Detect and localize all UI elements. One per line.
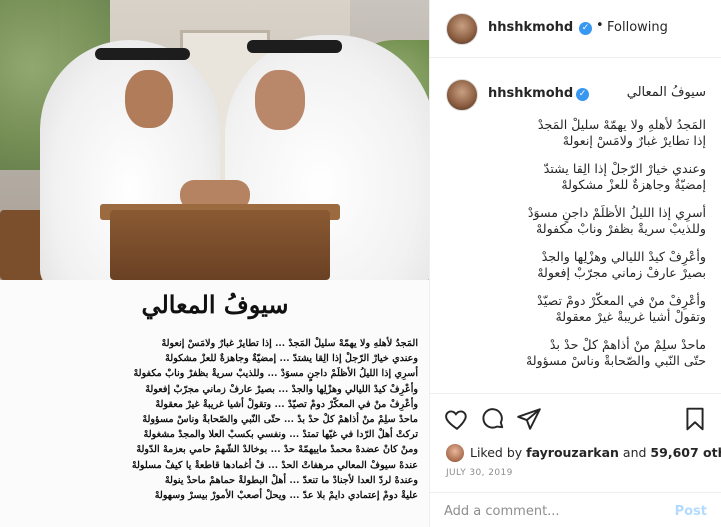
caption-line: وللذيبْ سريةْ بظفرْ ونابْ مكفولهْ — [536, 221, 706, 236]
poem-line: عندهْ سيوفْ المعالي مرهفاتْ الحدْ ... فْ… — [131, 459, 418, 471]
wooden-table — [110, 210, 330, 280]
liker-avatar[interactable] — [446, 444, 464, 462]
liker-username-link[interactable]: fayrouzarkan — [526, 445, 619, 460]
likes-text: Liked by fayrouzarkan and 59,607 others — [470, 445, 721, 460]
poem-line: عليةْ دومْ إعتمادي دايمْ بلا عدّ ... ويح… — [154, 490, 418, 502]
poem-line: ماحدْ سلِمْ منْ أذاهمْ كلْ حدْ بدْ ... ح… — [142, 414, 418, 426]
poem-line: تركتْ أهلْ الرّدا في غيّها تمتدْ ... ونف… — [143, 429, 418, 441]
caption-stanza: وأعْرِفْ كيدْ الليالي وهزْلِها والجدْ بص… — [488, 249, 706, 281]
poem-line: أسرِي إذا الليلُ الأظلَمْ داجنٍ مسوَدْ .… — [133, 368, 419, 380]
comment-input[interactable] — [444, 501, 674, 521]
caption-stanza: وعندي خيارْ الرّجلْ إذا الِقا يشتدّ إمضي… — [488, 161, 706, 193]
caption-text: المَجدُ لأهلهِ ولا يهمّهْ سليلْ المَجدْ … — [488, 117, 706, 381]
post-comment-button[interactable]: Post — [675, 504, 707, 519]
avatar[interactable] — [446, 13, 478, 45]
caption-line: حتّى النّبي والصّحابةْ وناسْ مسؤولهْ — [525, 353, 706, 368]
following-button[interactable]: Following — [607, 20, 668, 35]
likes-count-link[interactable]: 59,607 others — [650, 445, 721, 460]
poem-line: وعندي خيارْ الرّجلْ إذا الِقا يشتدّ ... … — [165, 353, 418, 365]
comments-section[interactable]: hhshkmohd ✓ سيوفُ المعالي المَجدُ لأهلهِ… — [430, 59, 721, 394]
post-header: hhshkmohd ✓ • Following — [430, 0, 721, 58]
share-icon[interactable] — [516, 406, 542, 432]
caption-stanza: المَجدُ لأهلهِ ولا يهمّهْ سليلْ المَجدْ … — [488, 117, 706, 149]
poem-line: وأعْرِفْ كيدْ الليالي وهزْلِها والجدْ ..… — [145, 383, 418, 395]
caption-line: وعندي خيارْ الرّجلْ إذا الِقا يشتدّ — [543, 161, 706, 176]
caption-line: بصيرْ عارفْ زماني مجرّبْ إفعولهْ — [537, 265, 706, 280]
username-link[interactable]: hhshkmohd — [488, 20, 573, 35]
comment-icon[interactable] — [480, 406, 506, 432]
caption-title: سيوفُ المعالي — [626, 85, 706, 100]
post-photo — [0, 0, 429, 280]
caption-line: المَجدُ لأهلهِ ولا يهمّهْ سليلْ المَجدْ — [537, 117, 706, 132]
caption-line: إمضيّةٌ وجاهزةٌ للعزْ مشكولهْ — [561, 177, 706, 192]
caption-line: ماحدْ سلِمْ منْ أذاهمْ كلْ حدْ بدْ — [549, 337, 706, 352]
and-label: and — [618, 445, 651, 460]
caption-stanza: ماحدْ سلِمْ منْ أذاهمْ كلْ حدْ بدْ حتّى … — [488, 337, 706, 369]
caption-line: وتقولْ أشيا غريبةْ غيرْ معقولهْ — [555, 309, 706, 324]
action-bar — [430, 400, 721, 440]
poem-title: سيوفُ المعالي — [141, 290, 289, 319]
face-right — [255, 70, 305, 130]
liked-by-label: Liked by — [470, 445, 527, 460]
caption-stanza: أسرِي إذا الليلُ الأظلَمْ داجنٍ مسوَدْ و… — [488, 205, 706, 237]
agal-left — [95, 48, 190, 60]
separator-dot: • — [596, 18, 604, 33]
caption-username-link[interactable]: hhshkmohd — [488, 86, 573, 101]
verified-badge-icon: ✓ — [576, 88, 589, 101]
bookmark-icon[interactable] — [682, 406, 708, 432]
caption-line: وأعْرِفْ منْ في المعكّرْ دومْ تصيّدْ — [537, 293, 706, 308]
caption-line: أسرِي إذا الليلُ الأظلَمْ داجنٍ مسوَدْ — [527, 205, 706, 220]
poem-line: وعندهْ لردّ العدا لأجنادْ ما تنعدّ ... أ… — [164, 474, 418, 486]
post-panel: hhshkmohd ✓ • Following hhshkmohd ✓ سيوف… — [430, 0, 721, 527]
face-left — [125, 70, 173, 128]
caption-stanza: وأعْرِفْ منْ في المعكّرْ دومْ تصيّدْ وتق… — [488, 293, 706, 325]
caption-line: وأعْرِفْ كيدْ الليالي وهزْلِها والجدْ — [541, 249, 706, 264]
verified-badge-icon: ✓ — [579, 22, 592, 35]
poem-line: ومنْ كانْ عضدهْ محمدْ ماييهمّهْ حدْ ... … — [136, 444, 418, 456]
poem-card: سيوفُ المعالي المَجدُ لأهلهِ ولا يهمّهْ … — [0, 280, 429, 527]
poem-lines: المَجدُ لأهلهِ ولا يهمّهْ سليلْ المَجدْ … — [14, 336, 418, 503]
caption-line: إذا تطايرْ غبارٌ ولامَسْ إنعولهْ — [562, 133, 706, 148]
caption-avatar[interactable] — [446, 79, 478, 111]
poem-line: المَجدُ لأهلهِ ولا يهمّهْ سليلْ المَجدْ … — [161, 338, 418, 349]
post-date[interactable]: JULY 30, 2019 — [446, 468, 513, 478]
poem-line: وأعْرِفْ منْ في المعكّرْ دومْ تصيّدْ ...… — [155, 398, 418, 410]
add-comment-bar: Post — [430, 492, 721, 527]
heart-icon[interactable] — [444, 406, 470, 432]
post-media[interactable]: سيوفُ المعالي المَجدُ لأهلهِ ولا يهمّهْ … — [0, 0, 430, 527]
likes-summary: Liked by fayrouzarkan and 59,607 others — [446, 444, 721, 462]
agal-right — [247, 40, 342, 53]
